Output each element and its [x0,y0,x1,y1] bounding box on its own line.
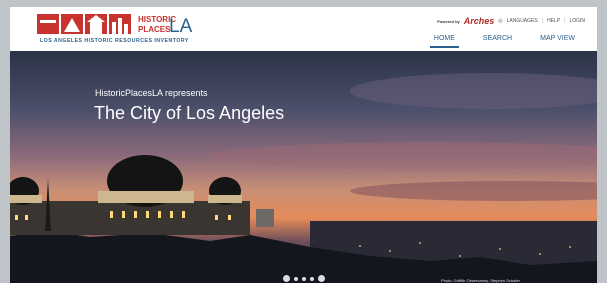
globe-icon: ◎ [498,18,503,24]
carousel-dot-active[interactable] [318,275,325,282]
site-header: HISTORIC PLACES LA LOS ANGELES HISTORIC … [10,7,597,51]
hero-banner: HistoricPlacesLA represents The City of … [10,51,597,283]
powered-by-label: Powered by [437,18,460,24]
nav-home[interactable]: HOME [429,35,459,48]
separator: | [564,18,566,24]
separator: | [541,18,544,24]
main-nav: HOME SEARCH MAP VIEW [429,35,579,48]
carousel-dot[interactable] [310,276,314,281]
nav-map-view[interactable]: MAP VIEW [536,35,579,48]
hero-tagline: HistoricPlacesLA represents [95,88,208,98]
carousel-dot[interactable] [302,276,306,281]
arches-logo[interactable]: Arches [464,16,495,26]
hero-headline: The City of Los Angeles [94,103,285,123]
carousel-pager [283,275,325,282]
hero-photo [10,73,597,283]
logo-text-suffix: LA [169,16,193,37]
nav-search[interactable]: SEARCH [479,35,516,48]
observatory [10,155,274,235]
languages-link[interactable]: LANGUAGES [507,18,538,24]
login-link[interactable]: LOGIN [569,18,585,24]
logo-text-line2: PLACES [138,25,171,34]
page-frame: HISTORIC PLACES LA LOS ANGELES HISTORIC … [10,7,597,283]
utility-bar: Powered by Arches ◎ LANGUAGES | HELP | L… [437,16,585,26]
logo-subtitle: LOS ANGELES HISTORIC RESOURCES INVENTORY [40,38,189,44]
carousel-dot[interactable] [294,276,298,281]
carousel-dot[interactable] [283,275,290,282]
help-link[interactable]: HELP [547,18,560,24]
photo-credit: Photo: Griffith Observatory, Stephen Sch… [441,278,521,283]
